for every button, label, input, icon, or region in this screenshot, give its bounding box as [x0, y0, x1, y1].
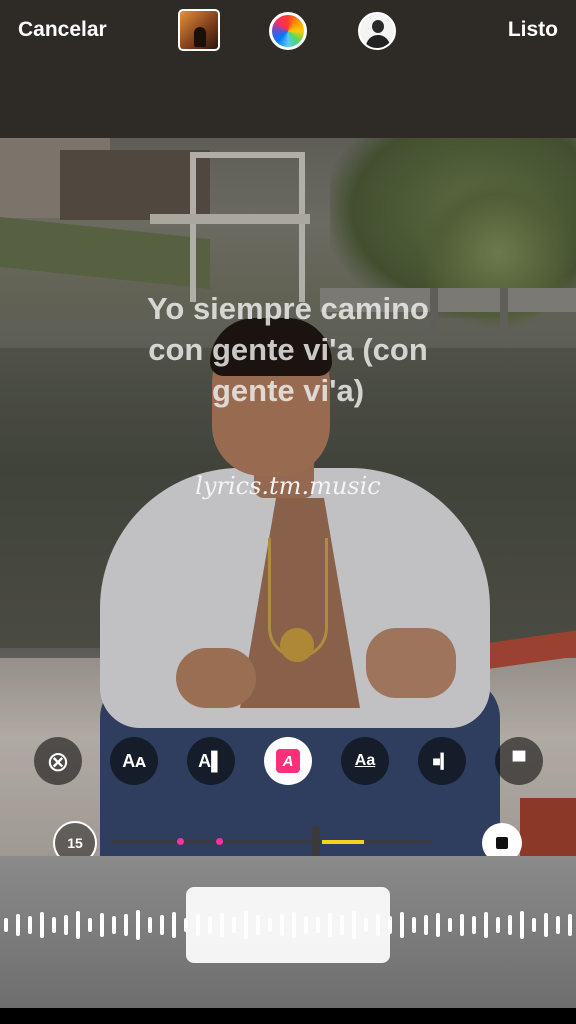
- layout-side-icon[interactable]: ■▎: [418, 737, 466, 785]
- waveform-bar: [136, 910, 140, 940]
- waveform-bar: [472, 916, 476, 934]
- waveform-bar: [424, 915, 428, 935]
- thumbnail-figure: [194, 27, 206, 47]
- layout-bottom-icon[interactable]: ▀: [495, 737, 543, 785]
- avatar-body: [366, 35, 390, 48]
- timeline-marker: [177, 838, 184, 845]
- waveform-bar: [520, 911, 524, 939]
- waveform-bar: [64, 915, 68, 935]
- bottom-edge: [0, 1008, 576, 1024]
- done-button[interactable]: Listo: [508, 18, 558, 42]
- waveform-bar: [448, 918, 452, 932]
- waveform-bar: [4, 918, 8, 932]
- album-cover-thumbnail[interactable]: [178, 9, 220, 51]
- waveform-bar: [148, 917, 152, 933]
- waveform-bar: [400, 912, 404, 938]
- waveform-bar: [160, 915, 164, 935]
- waveform-bar: [412, 917, 416, 933]
- stop-icon: [496, 837, 508, 849]
- timeline-playhead[interactable]: [312, 826, 320, 856]
- timeline-marker: [216, 838, 223, 845]
- waveform-bar: [460, 914, 464, 936]
- waveform-bar: [100, 913, 104, 937]
- waveform-bar: [40, 912, 44, 938]
- cancel-button[interactable]: Cancelar: [18, 18, 107, 42]
- waveform-bar: [436, 913, 440, 937]
- waveform-bar: [532, 918, 536, 932]
- waveform-bar: [556, 916, 560, 934]
- waveform-bar: [112, 916, 116, 934]
- top-bar: Cancelar Listo: [0, 0, 576, 138]
- text-highlight-icon: A: [276, 749, 300, 773]
- timeline-highlight: [322, 840, 364, 844]
- text-size-icon[interactable]: Aᴀ: [110, 737, 158, 785]
- waveform-bar: [508, 915, 512, 935]
- waveform-bar: [88, 918, 92, 932]
- waveform-bar: [16, 914, 20, 936]
- lyrics-line: con gente vi'a (con: [148, 332, 428, 367]
- close-style-icon[interactable]: ⊗: [34, 737, 82, 785]
- avatar-head: [372, 20, 384, 33]
- waveform-bar: [172, 912, 176, 938]
- waveform-bar: [124, 914, 128, 936]
- waveform-bar: [52, 917, 56, 933]
- timeline-track[interactable]: [110, 840, 430, 843]
- color-picker-icon[interactable]: [269, 12, 307, 50]
- waveform-bar: [568, 914, 572, 936]
- text-block-icon[interactable]: A▌: [187, 737, 235, 785]
- watermark-text: lyrics.tm.music: [195, 472, 381, 500]
- audio-selection-window[interactable]: [186, 887, 390, 963]
- text-underline-icon[interactable]: Aa: [341, 737, 389, 785]
- waveform-bar: [544, 913, 548, 937]
- waveform-bar: [484, 912, 488, 938]
- lyrics-line: Yo siempre camino: [147, 291, 429, 326]
- profile-avatar[interactable]: [358, 12, 396, 50]
- text-highlight-button[interactable]: A: [264, 737, 312, 785]
- lyrics-text[interactable]: Yo siempre camino con gente vi'a (con ge…: [0, 288, 576, 411]
- waveform-bar: [496, 917, 500, 933]
- waveform-bar: [28, 916, 32, 934]
- waveform-bar: [76, 911, 80, 939]
- lyrics-line: gente vi'a): [211, 373, 365, 408]
